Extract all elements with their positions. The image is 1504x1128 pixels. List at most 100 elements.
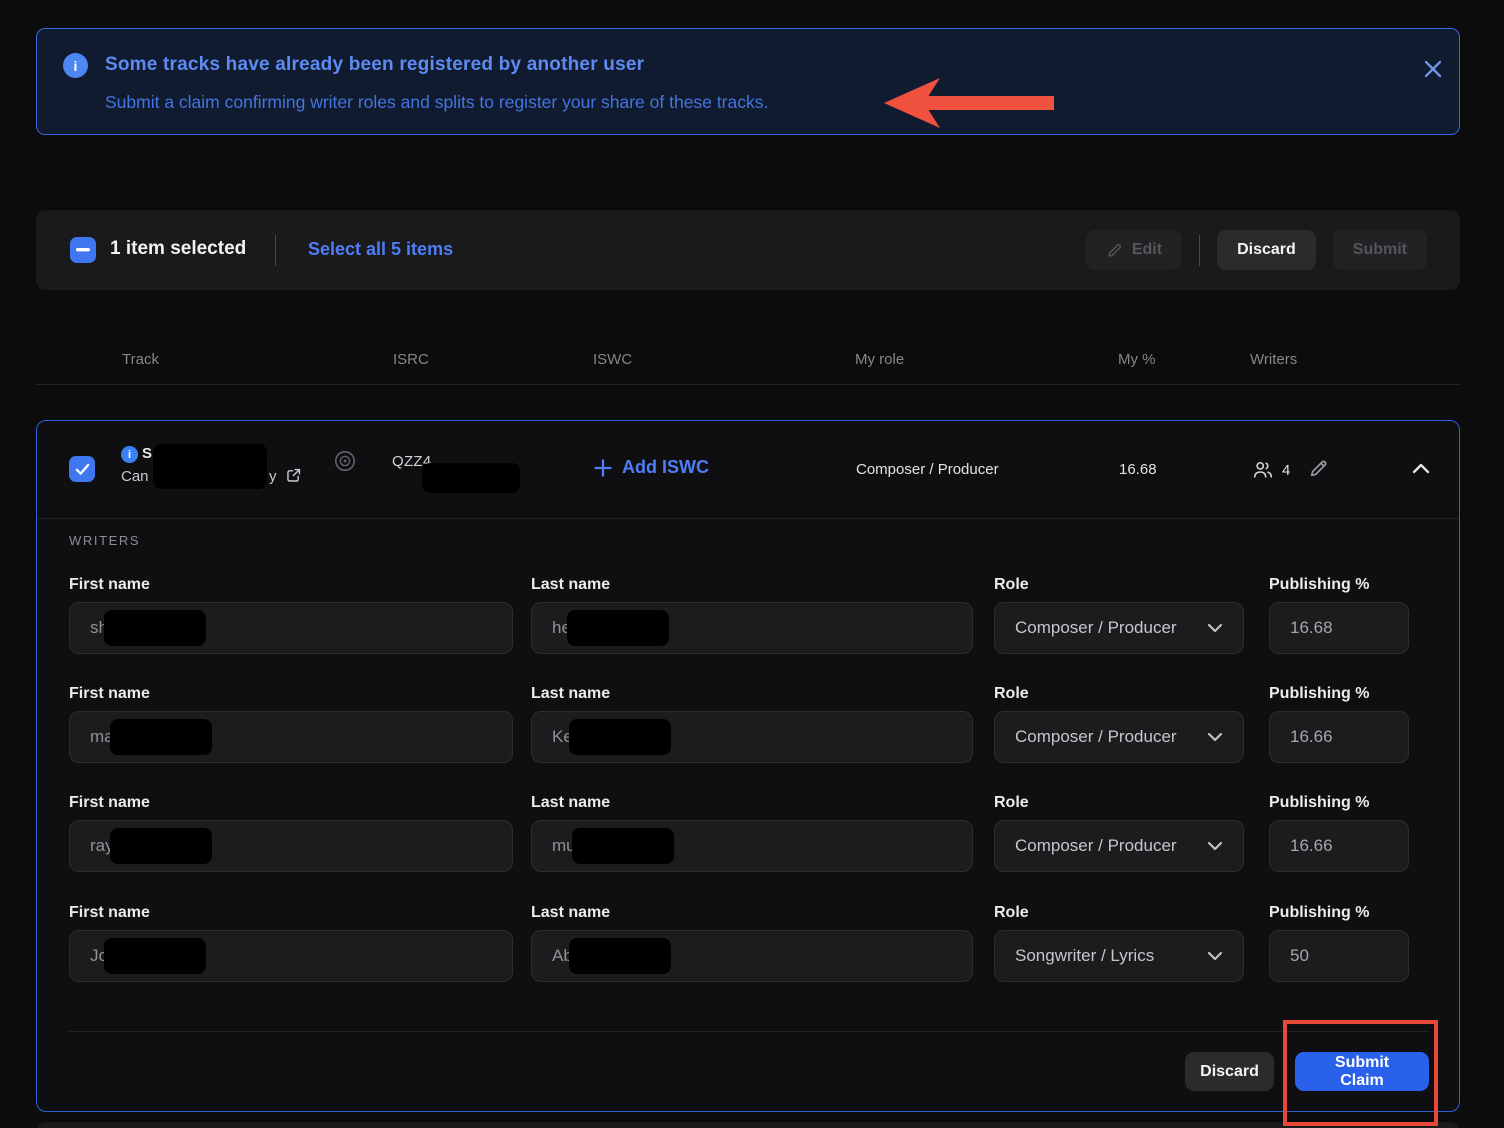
discard-button[interactable]: Discard — [1217, 230, 1316, 270]
close-icon[interactable] — [1415, 51, 1451, 87]
chevron-down-icon — [1207, 951, 1223, 961]
first-name-field[interactable]: ray — [69, 820, 513, 872]
chevron-down-icon — [1207, 732, 1223, 742]
redaction-box — [110, 828, 212, 864]
track-row-expanded: i Sna Can I V y QZZ4 Add ISWC — [36, 420, 1460, 1112]
writers-count: 4 — [1252, 459, 1290, 481]
my-role-value: Composer / Producer — [856, 461, 999, 478]
role-select[interactable]: Composer / Producer — [994, 711, 1244, 763]
selected-count-text: 1 item selected — [110, 238, 246, 260]
redaction-box — [153, 444, 267, 489]
role-label: Role — [994, 576, 1244, 594]
last-name-field[interactable]: he — [531, 602, 973, 654]
publishing-value: 16.68 — [1290, 618, 1333, 638]
chevron-down-icon — [1207, 841, 1223, 851]
last-name-field[interactable]: mu — [531, 820, 973, 872]
discard-claim-button[interactable]: Discard — [1185, 1052, 1274, 1091]
redaction-box — [567, 610, 669, 646]
role-select[interactable]: Composer / Producer — [994, 820, 1244, 872]
redaction-box — [569, 938, 671, 974]
my-pct-value: 16.68 — [1119, 461, 1157, 478]
column-header-my-role: My role — [855, 351, 904, 368]
add-iswc-button[interactable]: Add ISWC — [594, 457, 709, 478]
publishing-field[interactable]: 16.68 — [1269, 602, 1409, 654]
last-name-field[interactable]: Ke — [531, 711, 973, 763]
column-header-my-pct: My % — [1118, 351, 1156, 368]
info-banner: i Some tracks have already been register… — [36, 28, 1460, 135]
column-header-isrc: ISRC — [393, 351, 429, 368]
role-value: Songwriter / Lyrics — [1015, 946, 1154, 966]
card-footer-divider — [69, 1031, 1429, 1032]
plus-icon — [594, 459, 612, 477]
chevron-up-icon[interactable] — [1411, 461, 1431, 475]
first-name-label: First name — [69, 904, 513, 922]
annotation-arrow — [878, 76, 1058, 130]
role-value: Composer / Producer — [1015, 727, 1177, 747]
column-header-writers: Writers — [1250, 351, 1297, 368]
publishing-field[interactable]: 50 — [1269, 930, 1409, 982]
banner-subtitle: Submit a claim confirming writer roles a… — [105, 92, 768, 113]
first-name-label: First name — [69, 794, 513, 812]
pencil-icon[interactable] — [1308, 458, 1329, 479]
publishing-label: Publishing % — [1269, 685, 1409, 703]
chevron-down-icon — [1207, 623, 1223, 633]
toolbar-divider — [275, 235, 276, 266]
select-all-link[interactable]: Select all 5 items — [308, 239, 453, 260]
writers-count-value: 4 — [1282, 462, 1290, 479]
redaction-box — [104, 938, 206, 974]
redaction-box — [104, 610, 206, 646]
column-header-track: Track — [122, 351, 159, 368]
publishing-label: Publishing % — [1269, 904, 1409, 922]
redaction-box — [569, 719, 671, 755]
role-label: Role — [994, 794, 1244, 812]
writers-heading: WRITERS — [69, 533, 140, 548]
external-link-icon[interactable] — [285, 467, 302, 484]
publishing-value: 16.66 — [1290, 836, 1333, 856]
select-all-checkbox[interactable] — [70, 237, 96, 263]
first-name-field[interactable]: ma — [69, 711, 513, 763]
toolbar-actions: Edit Discard Submit — [1086, 230, 1427, 270]
publishing-field[interactable]: 16.66 — [1269, 711, 1409, 763]
first-name-field[interactable]: Jo — [69, 930, 513, 982]
publishing-label: Publishing % — [1269, 576, 1409, 594]
role-select[interactable]: Songwriter / Lyrics — [994, 930, 1244, 982]
redaction-box — [572, 828, 674, 864]
annotation-box — [1283, 1020, 1438, 1126]
redaction-box — [422, 463, 520, 493]
publishing-value: 16.66 — [1290, 727, 1333, 747]
last-name-label: Last name — [531, 794, 973, 812]
redaction-box — [110, 719, 212, 755]
info-icon: i — [121, 446, 138, 463]
role-label: Role — [994, 685, 1244, 703]
last-name-label: Last name — [531, 904, 973, 922]
track-subtitle-suffix: y — [269, 468, 277, 485]
role-select[interactable]: Composer / Producer — [994, 602, 1244, 654]
banner-title: Some tracks have already been registered… — [105, 54, 644, 76]
row-header-divider — [37, 518, 1459, 519]
role-label: Role — [994, 904, 1244, 922]
last-name-label: Last name — [531, 576, 973, 594]
add-iswc-label: Add ISWC — [622, 457, 709, 478]
people-icon — [1252, 459, 1274, 481]
table-header-divider — [36, 384, 1460, 385]
selection-toolbar: 1 item selected Select all 5 items Edit … — [36, 210, 1460, 290]
toolbar-divider — [1199, 235, 1200, 266]
disc-icon — [333, 449, 357, 473]
column-header-iswc: ISWC — [593, 351, 632, 368]
next-row-stub[interactable] — [36, 1122, 1460, 1128]
role-value: Composer / Producer — [1015, 836, 1177, 856]
submit-button[interactable]: Submit — [1333, 230, 1427, 270]
pencil-icon — [1106, 242, 1123, 259]
role-value: Composer / Producer — [1015, 618, 1177, 638]
row-checkbox[interactable] — [69, 456, 95, 482]
last-name-field[interactable]: Ab — [531, 930, 973, 982]
info-icon: i — [63, 53, 88, 78]
first-name-field[interactable]: sh — [69, 602, 513, 654]
publishing-value: 50 — [1290, 946, 1309, 966]
last-name-label: Last name — [531, 685, 973, 703]
edit-button-label: Edit — [1132, 241, 1162, 259]
first-name-label: First name — [69, 576, 513, 594]
publishing-field[interactable]: 16.66 — [1269, 820, 1409, 872]
edit-button[interactable]: Edit — [1086, 230, 1182, 270]
first-name-label: First name — [69, 685, 513, 703]
